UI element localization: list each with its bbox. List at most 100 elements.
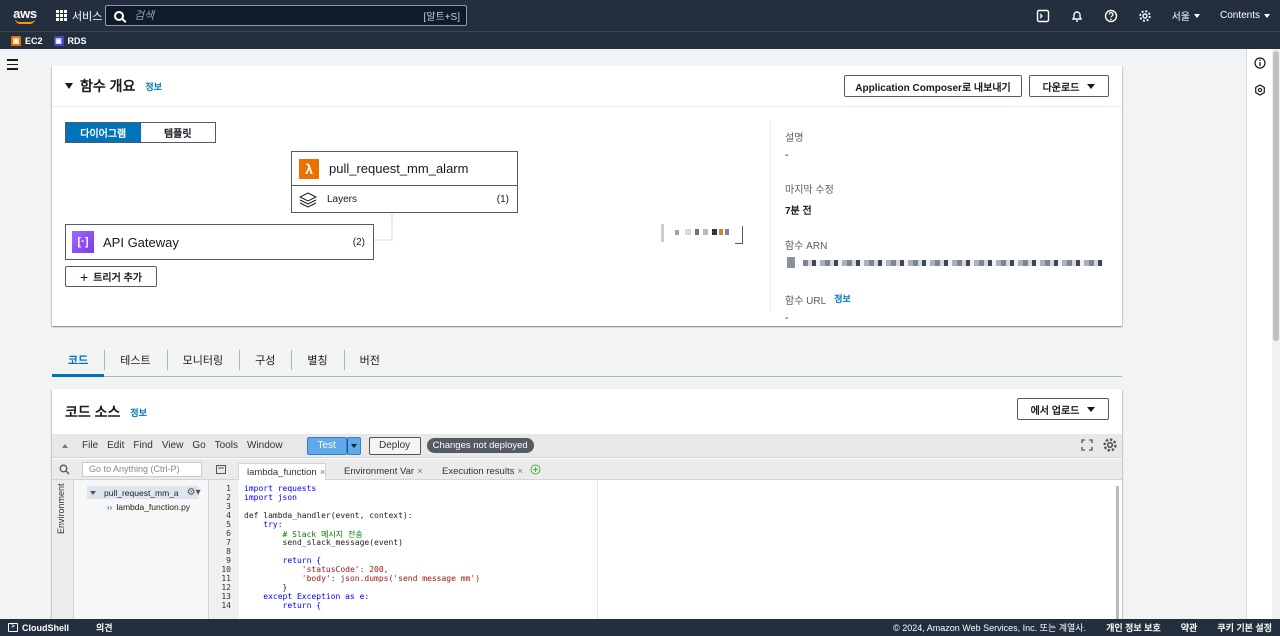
layers-row[interactable]: Layers (1) xyxy=(292,187,517,212)
file-tab-lambda-function[interactable]: lambda_function × xyxy=(238,463,326,480)
tab-aliases[interactable]: 별칭 xyxy=(291,344,343,376)
terms-link[interactable]: 약관 xyxy=(1181,621,1198,634)
test-button[interactable]: Test xyxy=(306,436,347,455)
code-source-info-link[interactable]: 정보 xyxy=(130,406,147,419)
menu-file[interactable]: File xyxy=(82,440,98,451)
expand-caret-icon[interactable] xyxy=(90,490,96,495)
region-selector[interactable]: 서울 xyxy=(1162,0,1210,31)
export-composer-button[interactable]: Application Composer로 내보내기 xyxy=(844,75,1022,97)
editor-scrollbar[interactable] xyxy=(1116,486,1119,626)
add-trigger-button[interactable]: + 트리거 추가 xyxy=(65,266,157,287)
collapse-caret-icon[interactable] xyxy=(65,83,73,89)
function-arn-redacted xyxy=(785,257,1110,269)
search-input[interactable] xyxy=(134,9,414,22)
tab-test[interactable]: 테스트 xyxy=(104,344,166,376)
api-gateway-trigger-node[interactable]: [·] API Gateway (2) xyxy=(65,224,374,260)
account-menu[interactable]: Contents xyxy=(1210,0,1280,31)
function-url-info-link[interactable]: 정보 xyxy=(834,292,851,307)
fullscreen-icon[interactable] xyxy=(1081,439,1093,451)
help-icon[interactable] xyxy=(1094,0,1128,31)
tab-configuration[interactable]: 구성 xyxy=(239,344,291,376)
overview-info-link[interactable]: 정보 xyxy=(145,80,162,93)
environment-sidebar-tab[interactable]: Environment xyxy=(52,480,74,629)
upload-from-button[interactable]: 에서 업로드 xyxy=(1017,398,1109,420)
side-navigation-toggle-area xyxy=(0,49,24,619)
close-icon[interactable]: × xyxy=(517,466,523,477)
menu-view[interactable]: View xyxy=(162,440,184,451)
scrollbar-thumb[interactable] xyxy=(1273,51,1279,341)
changes-not-deployed-badge: Changes not deployed xyxy=(426,438,534,453)
file-tab-execution-results[interactable]: Execution results × xyxy=(434,463,530,480)
menu-window[interactable]: Window xyxy=(247,440,283,451)
code-line: send_slack_message(event) xyxy=(244,538,403,547)
favorite-rds[interactable]: ▣ RDS xyxy=(53,35,87,46)
chevron-down-icon xyxy=(350,443,357,448)
privacy-link[interactable]: 개인 정보 보호 xyxy=(1106,621,1161,634)
cloudshell-button[interactable]: > CloudShell xyxy=(8,623,69,633)
feedback-link[interactable]: 의견 xyxy=(96,621,113,634)
template-view-button[interactable]: 템플릿 xyxy=(141,123,216,142)
tab-versions[interactable]: 버전 xyxy=(343,344,396,376)
file-explorer: Environment pull_request_mm_a ⚙▾ ‹› lamb… xyxy=(52,480,209,629)
tab-monitoring[interactable]: 모니터링 xyxy=(166,344,239,376)
menu-go[interactable]: Go xyxy=(192,440,205,451)
aws-logo-text: aws xyxy=(13,5,37,21)
trigger-name: API Gateway xyxy=(103,234,179,250)
menu-find[interactable]: Find xyxy=(133,440,152,451)
overview-title: 함수 개요 xyxy=(80,78,136,94)
tab-code[interactable]: 코드 xyxy=(52,344,105,377)
search-icon[interactable] xyxy=(59,464,70,475)
terminal-tab-icon[interactable] xyxy=(216,465,226,474)
test-split-button: Test xyxy=(306,436,361,455)
code-line: 'body': json.dumps('send message mm') xyxy=(244,574,481,583)
chevron-down-icon xyxy=(1193,13,1200,18)
code-editor[interactable]: 123 456 789 10 11 12 13 14 import requests … xyxy=(209,480,1122,629)
cloudshell-icon[interactable] xyxy=(1026,0,1060,31)
function-metadata: 설명 - 마지막 수정 7분 전 함수 ARN 함수 URL 정보 - xyxy=(770,121,1110,324)
aws-logo[interactable]: aws xyxy=(4,0,46,31)
print-margin xyxy=(597,480,598,629)
gear-icon[interactable]: ⚙▾ xyxy=(187,487,201,498)
upload-button-label: 에서 업로드 xyxy=(1030,405,1080,417)
close-icon[interactable]: × xyxy=(417,466,423,477)
menu-edit[interactable]: Edit xyxy=(107,440,124,451)
tree-file-item[interactable]: ‹› lambda_function.py xyxy=(107,502,190,512)
deploy-button[interactable]: Deploy xyxy=(368,436,421,455)
go-to-anything-input[interactable]: Go to Anything (Ctrl-P) xyxy=(82,462,202,477)
services-menu-button[interactable]: 서비스 xyxy=(56,8,102,24)
favorite-ec2[interactable]: ▣ EC2 xyxy=(11,35,43,46)
right-utility-rail xyxy=(1246,49,1272,619)
gear-icon[interactable] xyxy=(1102,437,1118,453)
lambda-function-node[interactable]: λ pull_request_mm_alarm Layers (1) xyxy=(291,151,518,213)
search-shortcut-hint: [알트+S] xyxy=(423,12,460,23)
menu-tools[interactable]: Tools xyxy=(215,440,238,451)
global-search[interactable]: [알트+S] xyxy=(105,5,467,26)
add-tab-icon[interactable] xyxy=(530,464,541,475)
collapse-ide-icon[interactable] xyxy=(62,443,68,448)
ide-tab-row: Go to Anything (Ctrl-P) lambda_function ×… xyxy=(52,459,1122,480)
file-tab-label: lambda_function xyxy=(247,466,317,478)
cookie-preferences-link[interactable]: 쿠키 기본 설정 xyxy=(1217,621,1272,634)
download-button[interactable]: 다운로드 xyxy=(1029,75,1109,97)
ide-menubar: File Edit Find View Go Tools Window Test… xyxy=(52,434,1122,458)
python-file-icon: ‹› xyxy=(107,502,113,512)
chevron-down-icon xyxy=(1087,406,1096,412)
description-label: 설명 xyxy=(785,133,804,144)
function-url-label: 함수 URL xyxy=(785,296,827,307)
function-tabs: 코드 테스트 모니터링 구성 별칭 버전 xyxy=(52,344,1122,377)
hamburger-menu-icon[interactable] xyxy=(7,59,18,73)
gear-icon[interactable] xyxy=(1128,0,1162,31)
page-scrollbar[interactable] xyxy=(1272,49,1280,619)
test-dropdown-button[interactable] xyxy=(346,436,361,455)
tree-folder-item[interactable]: pull_request_mm_a ⚙▾ xyxy=(87,486,201,499)
file-tab-environment-vars[interactable]: Environment Var × xyxy=(336,463,426,480)
trigger-count: (2) xyxy=(352,236,365,248)
info-icon[interactable] xyxy=(1254,57,1266,69)
bell-icon[interactable] xyxy=(1060,0,1094,31)
code-line: import json xyxy=(244,493,297,502)
hexagon-settings-icon[interactable] xyxy=(1254,84,1266,96)
function-name: pull_request_mm_alarm xyxy=(329,161,469,176)
function-arn-label: 함수 ARN xyxy=(785,241,828,252)
diagram-view-button[interactable]: 다이어그램 xyxy=(66,123,141,142)
close-icon[interactable]: × xyxy=(320,467,326,478)
